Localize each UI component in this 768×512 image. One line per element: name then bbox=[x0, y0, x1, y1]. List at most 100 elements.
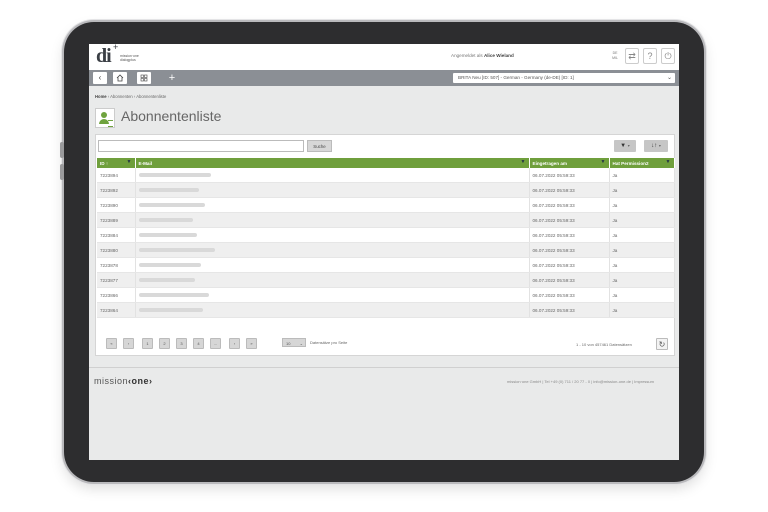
subscriber-list-panel: Suche ▼ ▾ ↓↑ ▾ ID ↑ ▼ E-Mail ▼ Eingetragen… bbox=[95, 134, 675, 356]
table-row[interactable]: 7223877 06.07.2022 05:59:33 Ja bbox=[97, 272, 675, 288]
next-page-button[interactable]: › bbox=[229, 338, 240, 349]
shop-select[interactable]: BRITA Neu [ID: 507] - German - Germany (… bbox=[453, 73, 675, 83]
tablet-frame: di + mission·one dialogplus Angemeldet a… bbox=[60, 22, 704, 482]
column-header-permission[interactable]: Hat Permission2 ▼ bbox=[609, 158, 675, 168]
table-row[interactable]: 7223864 06.07.2022 05:59:33 Ja bbox=[97, 302, 675, 318]
cell-email bbox=[135, 272, 530, 288]
caret-icon: ▾ bbox=[627, 143, 630, 148]
table-row[interactable]: 7223884 06.07.2022 05:59:33 Ja bbox=[97, 227, 675, 243]
next-page-icon: › bbox=[233, 341, 236, 346]
column-header-date[interactable]: Eingetragen am ▼ bbox=[529, 158, 610, 168]
filter-icon[interactable]: ▼ bbox=[601, 159, 606, 165]
column-header-label: Eingetragen am bbox=[532, 160, 567, 166]
refresh-button[interactable]: ↻ bbox=[656, 338, 668, 350]
redacted-email bbox=[138, 187, 199, 192]
subscriber-table: ID ↑ ▼ E-Mail ▼ Eingetragen am ▼ Hat Permis… bbox=[97, 158, 675, 318]
column-header-label: ID ↑ bbox=[100, 160, 109, 166]
filter-button[interactable]: ▼ ▾ bbox=[614, 140, 636, 152]
cell-id: 7223866 bbox=[97, 287, 136, 303]
language-code-secondary: MIL bbox=[612, 56, 618, 60]
redacted-email bbox=[138, 232, 197, 237]
table-header-row: ID ↑ ▼ E-Mail ▼ Eingetragen am ▼ Hat Permis… bbox=[97, 158, 675, 168]
add-button[interactable]: + bbox=[165, 71, 179, 85]
first-page-button[interactable]: « bbox=[106, 338, 117, 349]
nav-bar: ‹ + BRITA Neu [ID: 507] - German - Germa… bbox=[89, 70, 679, 86]
page-ellipsis-button[interactable]: … bbox=[210, 338, 221, 349]
grid-icon bbox=[140, 74, 148, 82]
refresh-icon: ↻ bbox=[658, 340, 666, 349]
home-button[interactable] bbox=[113, 72, 127, 84]
cell-permission: Ja bbox=[609, 257, 675, 273]
breadcrumb-home[interactable]: Home bbox=[95, 94, 107, 99]
redacted-email bbox=[138, 172, 211, 177]
device-button bbox=[60, 164, 64, 180]
table-row[interactable]: 7223878 06.07.2022 05:59:33 Ja bbox=[97, 257, 675, 273]
filter-icon[interactable]: ▼ bbox=[127, 159, 132, 165]
last-page-button[interactable]: » bbox=[246, 338, 257, 349]
filter-icon[interactable]: ▼ bbox=[521, 159, 526, 165]
redacted-email bbox=[138, 202, 205, 207]
table-row[interactable]: 7223890 06.07.2022 05:59:33 Ja bbox=[97, 197, 675, 213]
table-row[interactable]: 7223866 06.07.2022 05:59:33 Ja bbox=[97, 287, 675, 303]
language-switch[interactable]: DE MIL bbox=[608, 49, 622, 65]
cell-permission: Ja bbox=[609, 197, 675, 213]
cell-permission: Ja bbox=[609, 182, 675, 198]
page-button[interactable]: 1 bbox=[142, 338, 153, 349]
table-row[interactable]: 7223892 06.07.2022 05:59:33 Ja bbox=[97, 182, 675, 198]
cell-permission: Ja bbox=[609, 272, 675, 288]
page-number: 2 bbox=[163, 341, 166, 346]
subscriber-icon-head bbox=[101, 112, 107, 118]
per-page-select[interactable]: 10 ⌄ bbox=[282, 338, 306, 347]
table-row[interactable]: 7223880 06.07.2022 05:59:33 Ja bbox=[97, 242, 675, 258]
cell-permission: Ja bbox=[609, 212, 675, 228]
page-button[interactable]: 3 bbox=[176, 338, 187, 349]
cell-date: 06.07.2022 05:59:33 bbox=[529, 302, 610, 318]
sync-button[interactable]: ⇄ bbox=[625, 48, 639, 64]
page-number: … bbox=[213, 341, 218, 346]
table-row[interactable]: 7223894 06.07.2022 05:59:33 Ja bbox=[97, 168, 675, 183]
redacted-email bbox=[138, 277, 195, 282]
back-button[interactable]: ‹ bbox=[93, 72, 107, 84]
page-button[interactable]: 4 bbox=[193, 338, 204, 349]
cell-email bbox=[135, 242, 530, 258]
page-button[interactable]: 2 bbox=[159, 338, 170, 349]
plus-icon: + bbox=[168, 72, 176, 84]
cell-date: 06.07.2022 05:59:33 bbox=[529, 197, 610, 213]
power-icon: ⏻ bbox=[664, 51, 672, 61]
help-button[interactable]: ? bbox=[643, 48, 657, 64]
filter-icon: ▼ bbox=[620, 143, 627, 149]
cell-date: 06.07.2022 05:59:33 bbox=[529, 212, 610, 228]
breadcrumb: Home › Abonnenten › Abonnentenliste bbox=[95, 94, 166, 99]
cell-permission: Ja bbox=[609, 302, 675, 318]
footer-logo-text: mission bbox=[94, 376, 129, 386]
cell-id: 7223884 bbox=[97, 227, 136, 243]
search-button[interactable]: Suche bbox=[307, 140, 332, 152]
app-logo[interactable]: di + mission·one dialogplus bbox=[96, 44, 156, 67]
breadcrumb-section[interactable]: Abonnenten bbox=[110, 94, 133, 99]
cell-id: 7223894 bbox=[97, 168, 136, 183]
column-header-email[interactable]: E-Mail ▼ bbox=[135, 158, 530, 168]
page-title: Abonnentenliste bbox=[121, 108, 222, 124]
help-icon: ? bbox=[647, 51, 653, 61]
cell-date: 06.07.2022 05:59:33 bbox=[529, 287, 610, 303]
search-input[interactable] bbox=[98, 140, 304, 152]
redacted-email bbox=[138, 292, 209, 297]
cell-email bbox=[135, 302, 530, 318]
cell-id: 7223864 bbox=[97, 302, 136, 318]
apps-button[interactable] bbox=[137, 72, 151, 84]
cell-email bbox=[135, 197, 530, 213]
table-body: 7223894 06.07.2022 05:59:33 Ja 7223892 06.07… bbox=[97, 168, 675, 318]
logout-button[interactable]: ⏻ bbox=[661, 48, 675, 64]
last-page-icon: » bbox=[250, 341, 253, 346]
cell-date: 06.07.2022 05:59:33 bbox=[529, 182, 610, 198]
table-row[interactable]: 7223889 06.07.2022 05:59:33 Ja bbox=[97, 212, 675, 228]
cell-id: 7223880 bbox=[97, 242, 136, 258]
filter-icon[interactable]: ▼ bbox=[666, 159, 671, 165]
column-header-id[interactable]: ID ↑ ▼ bbox=[97, 158, 136, 168]
prev-page-button[interactable]: ‹ bbox=[123, 338, 134, 349]
cell-permission: Ja bbox=[609, 168, 675, 183]
footer-info: mission·one GmbH | Tel +49 (0) 711 / 20 … bbox=[507, 379, 654, 384]
logo-plus: + bbox=[113, 44, 119, 52]
sort-button[interactable]: ↓↑ ▾ bbox=[644, 140, 668, 152]
subscriber-icon-lines bbox=[108, 120, 113, 127]
